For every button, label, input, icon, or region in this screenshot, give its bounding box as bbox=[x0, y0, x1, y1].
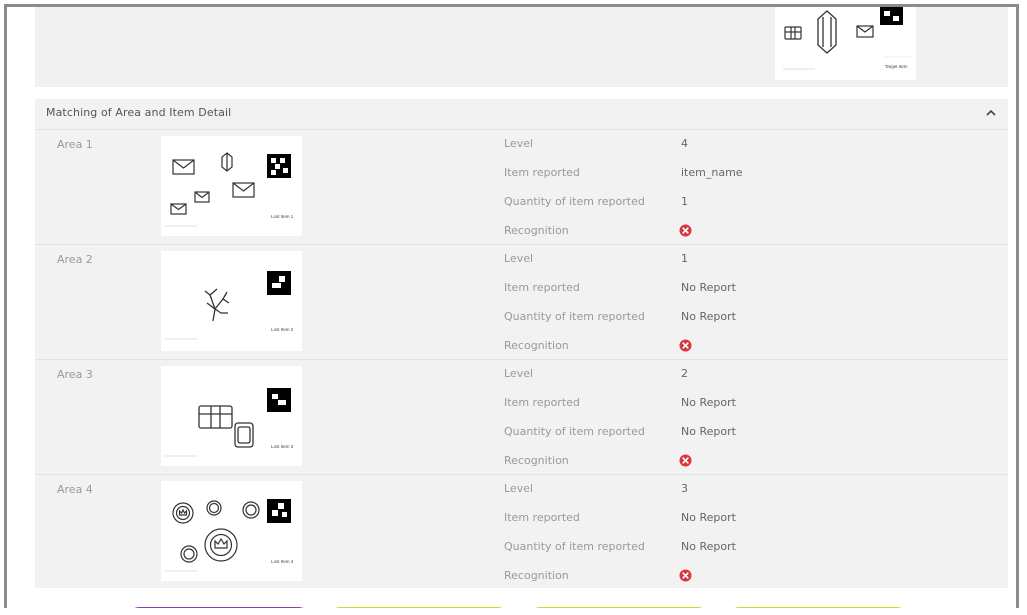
error-icon bbox=[679, 224, 692, 237]
envelope-icon bbox=[172, 159, 195, 175]
item-reported-value: item_name bbox=[681, 166, 743, 179]
chest-icon bbox=[198, 405, 233, 429]
item-reported-label: Item reported bbox=[504, 396, 580, 409]
quantity-label: Quantity of item reported bbox=[504, 310, 645, 323]
quantity-value: No Report bbox=[681, 425, 736, 438]
item-reported-value: No Report bbox=[681, 281, 736, 294]
level-label: Level bbox=[504, 252, 534, 265]
action-button-4[interactable] bbox=[729, 607, 907, 608]
envelope-icon bbox=[194, 191, 210, 203]
coral-icon bbox=[204, 288, 230, 322]
area-image: Lost Item 2 bbox=[161, 251, 302, 351]
level-value: 4 bbox=[681, 137, 688, 150]
gem-icon bbox=[234, 422, 254, 448]
level-label: Level bbox=[504, 137, 534, 150]
area-caption: Lost Item 2 bbox=[271, 327, 294, 332]
recognition-label: Recognition bbox=[504, 454, 569, 467]
level-value: 3 bbox=[681, 482, 688, 495]
envelope-icon bbox=[856, 25, 874, 38]
area-name: Area 4 bbox=[57, 483, 93, 496]
marker-icon bbox=[880, 7, 903, 25]
app-frame: Target Item Matching of Area and Item De… bbox=[4, 4, 1019, 608]
chest-icon bbox=[784, 26, 802, 40]
level-label: Level bbox=[504, 482, 534, 495]
area-image: Lost Item 1 bbox=[161, 136, 302, 236]
envelope-icon bbox=[232, 182, 255, 198]
marker-icon bbox=[267, 271, 291, 295]
area-image: Lost Item 4 bbox=[161, 481, 302, 581]
chevron-up-icon[interactable] bbox=[984, 106, 998, 120]
area-name: Area 2 bbox=[57, 253, 93, 266]
area-name: Area 1 bbox=[57, 138, 93, 151]
area-row: Area 4 Lost Item 4 Level 3 Item reported… bbox=[35, 475, 1008, 589]
coin-icon bbox=[242, 501, 260, 519]
recognition-label: Recognition bbox=[504, 569, 569, 582]
action-button-1[interactable] bbox=[129, 607, 309, 608]
area-row: Area 2 Lost Item 2 Level 1 Item reported… bbox=[35, 245, 1008, 360]
error-icon bbox=[679, 454, 692, 467]
target-caption: Target Item bbox=[885, 64, 908, 69]
item-reported-value: No Report bbox=[681, 396, 736, 409]
coin-icon bbox=[204, 528, 238, 562]
item-reported-label: Item reported bbox=[504, 511, 580, 524]
item-reported-label: Item reported bbox=[504, 166, 580, 179]
coin-icon bbox=[172, 502, 194, 524]
quantity-label: Quantity of item reported bbox=[504, 540, 645, 553]
area-row: Area 3 Lost Item 3 Level 2 Item reported… bbox=[35, 360, 1008, 475]
marker-icon bbox=[267, 388, 291, 412]
coin-icon bbox=[180, 545, 198, 563]
quantity-label: Quantity of item reported bbox=[504, 195, 645, 208]
area-name: Area 3 bbox=[57, 368, 93, 381]
target-item-image: Target Item bbox=[775, 7, 916, 80]
level-label: Level bbox=[504, 367, 534, 380]
error-icon bbox=[679, 569, 692, 582]
area-row: Area 1 Lost Item 1 Level 4 Item reported… bbox=[35, 130, 1008, 245]
section-header[interactable]: Matching of Area and Item Detail bbox=[35, 99, 1008, 130]
marker-icon bbox=[267, 499, 291, 523]
action-button-2[interactable] bbox=[330, 607, 508, 608]
quantity-value: No Report bbox=[681, 540, 736, 553]
recognition-label: Recognition bbox=[504, 339, 569, 352]
item-reported-value: No Report bbox=[681, 511, 736, 524]
action-button-3[interactable] bbox=[530, 607, 708, 608]
crystal-icon bbox=[817, 10, 837, 54]
matching-detail-section: Matching of Area and Item Detail Area 1 bbox=[35, 99, 1008, 588]
marker-icon bbox=[267, 154, 291, 178]
level-value: 2 bbox=[681, 367, 688, 380]
quantity-label: Quantity of item reported bbox=[504, 425, 645, 438]
area-caption: Lost Item 1 bbox=[271, 214, 294, 219]
quantity-value: 1 bbox=[681, 195, 688, 208]
area-image: Lost Item 3 bbox=[161, 366, 302, 466]
crystal-icon bbox=[221, 152, 233, 172]
coin-icon bbox=[206, 500, 222, 516]
area-caption: Lost Item 4 bbox=[271, 559, 294, 564]
envelope-icon bbox=[170, 203, 187, 215]
error-icon bbox=[679, 339, 692, 352]
section-title: Matching of Area and Item Detail bbox=[46, 106, 232, 119]
item-reported-label: Item reported bbox=[504, 281, 580, 294]
target-item-panel: Target Item bbox=[35, 7, 1008, 87]
recognition-label: Recognition bbox=[504, 224, 569, 237]
area-caption: Lost Item 3 bbox=[271, 444, 294, 449]
level-value: 1 bbox=[681, 252, 688, 265]
quantity-value: No Report bbox=[681, 310, 736, 323]
